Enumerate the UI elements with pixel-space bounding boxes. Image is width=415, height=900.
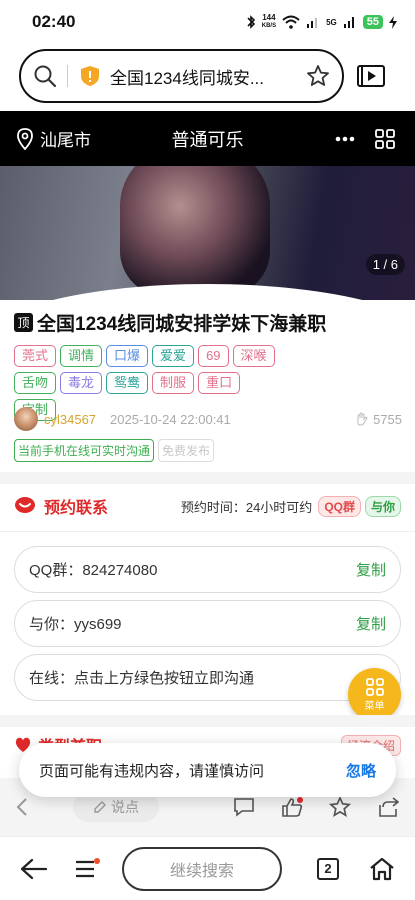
service-tag: 深喉 <box>232 345 275 367</box>
tab-count-button[interactable]: 2 <box>317 857 339 880</box>
charging-icon <box>389 15 397 29</box>
wifi-icon <box>282 15 300 29</box>
hero-image-carousel[interactable]: 1 / 6 <box>0 166 415 300</box>
contact-text: 与你：yys699 <box>29 616 122 633</box>
yuni-pill[interactable]: 与你 <box>364 495 401 517</box>
post-title-row: 顶 全国1234线同城安排学妹下海兼职 <box>14 309 326 336</box>
warning-shield-icon[interactable] <box>80 65 100 87</box>
service-tag: 爱爱 <box>152 345 195 367</box>
author-name[interactable]: cyl34567 <box>44 412 96 427</box>
post-title: 全国1234线同城安排学妹下海兼职 <box>37 314 327 335</box>
back-arrow-icon[interactable] <box>20 858 48 880</box>
battery-indicator: 55 <box>362 15 383 29</box>
menu-grid-icon <box>365 678 384 696</box>
author-row: cyl34567 2025-10-24 22:00:41 5755 <box>14 407 402 431</box>
address-bar[interactable]: 全国1234线同城安... <box>19 49 344 103</box>
home-icon[interactable] <box>369 857 395 881</box>
hero-curve <box>0 284 415 300</box>
bookmark-star-icon[interactable] <box>306 64 330 88</box>
appointment-header: 预约联系 预约时间：24小时可约 QQ群 与你 <box>14 492 401 520</box>
image-counter: 1 / 6 <box>365 254 405 275</box>
copy-button[interactable]: 复制 <box>356 559 386 580</box>
location-pin-icon[interactable] <box>16 127 34 150</box>
toast-message: 页面可能有违规内容，请谨慎访问 <box>39 762 265 780</box>
view-count-value: 5755 <box>373 411 402 427</box>
contact-text: 在线：点击上方绿色按钮立即沟通 <box>29 670 255 687</box>
service-tag: 口爆 <box>106 345 149 367</box>
free-publish-chip: 免费发布 <box>158 439 215 462</box>
hero-photo <box>120 166 270 296</box>
hamburger-menu-icon[interactable] <box>74 857 100 880</box>
url-title[interactable]: 全国1234线同城安... <box>110 64 264 89</box>
status-bar: 02:40 144 KB/S 5G 55 <box>0 0 415 44</box>
like-icon[interactable] <box>281 797 303 817</box>
avatar[interactable] <box>14 407 38 431</box>
pinned-badge: 顶 <box>14 313 33 332</box>
browser-bottom-bar: 继续搜索 2 <box>0 836 415 900</box>
service-tag: 毒龙 <box>60 372 103 394</box>
status-time: 02:40 <box>32 12 76 31</box>
copy-button[interactable]: 复制 <box>356 613 386 634</box>
continue-search-button[interactable]: 继续搜索 <box>122 846 282 891</box>
menu-fab-button[interactable]: 菜单 <box>348 668 401 721</box>
more-options-icon[interactable] <box>335 136 355 142</box>
appointment-time: 预约时间：24小时可约 <box>180 499 313 515</box>
post-time: 2025-10-24 22:00:41 <box>110 411 231 427</box>
video-player-icon[interactable] <box>356 63 386 89</box>
service-tag: 制服 <box>152 372 195 394</box>
chat-bubble-icon <box>15 497 35 513</box>
ignore-button[interactable]: 忽略 <box>346 760 376 781</box>
section-divider <box>0 715 415 727</box>
grid-menu-icon[interactable] <box>375 128 395 149</box>
signal-5g-icon <box>343 17 354 28</box>
section-divider <box>0 472 415 484</box>
signal-icon <box>307 18 318 28</box>
back-chevron-icon[interactable] <box>16 797 28 817</box>
contact-row-yuni: 与你：yys699 复制 <box>14 600 401 647</box>
comment-placeholder: 说点 <box>111 799 139 815</box>
divider <box>0 531 415 532</box>
appointment-title: 预约联系 <box>44 500 109 517</box>
signal-label: 5G <box>326 17 337 27</box>
hand-icon <box>357 412 368 426</box>
qq-group-pill[interactable]: QQ群 <box>318 495 361 517</box>
url-separator <box>67 65 68 87</box>
net-speed-value: 144 <box>262 13 276 22</box>
status-chips: 当前手机在线可实时沟通 免费发布 <box>14 439 215 462</box>
pencil-icon <box>94 801 106 813</box>
service-tag: 调情 <box>60 345 103 367</box>
net-speed-unit: KB/S <box>261 23 277 29</box>
service-tag: 鸳鸯 <box>106 372 149 394</box>
bluetooth-icon <box>247 15 255 29</box>
online-chip: 当前手机在线可实时沟通 <box>14 439 155 462</box>
network-speed: 144 KB/S <box>262 14 276 30</box>
contact-row-online[interactable]: 在线：点击上方绿色按钮立即沟通 <box>14 654 401 701</box>
top-navigation: 汕尾市 普通可乐 <box>0 111 415 166</box>
contact-row-qq: QQ群：824274080 复制 <box>14 546 401 593</box>
service-tag: 69 <box>198 345 229 367</box>
menu-label: 菜单 <box>364 701 385 712</box>
service-tag: 舌吻 <box>14 372 57 394</box>
warning-toast: 页面可能有违规内容，请谨慎访问 忽略 <box>19 743 396 797</box>
view-count: 5755 <box>355 412 402 427</box>
favorite-star-icon[interactable] <box>329 796 351 818</box>
status-icons: 144 KB/S 5G 55 <box>246 14 397 30</box>
contact-text: QQ群：824274080 <box>29 562 158 579</box>
service-tag: 重口 <box>198 372 241 394</box>
comment-icon[interactable] <box>233 797 255 817</box>
search-icon[interactable] <box>33 64 57 88</box>
service-tag: 莞式 <box>14 345 57 367</box>
share-icon[interactable] <box>377 797 399 817</box>
city-selector[interactable]: 汕尾市 <box>40 126 91 151</box>
